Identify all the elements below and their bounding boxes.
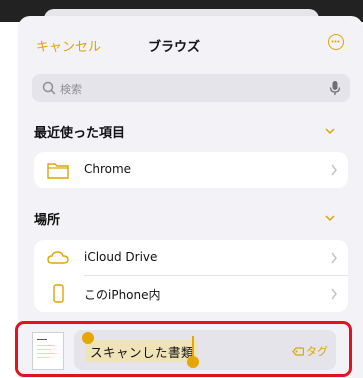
chevron-right-icon: [331, 252, 337, 264]
chevron-right-icon: [331, 164, 337, 176]
recents-list: Chrome: [34, 152, 348, 188]
page-title: ブラウズ: [148, 40, 201, 55]
chevron-down-icon[interactable]: [324, 214, 336, 222]
chevron-down-icon[interactable]: [324, 127, 336, 135]
list-item-on-my-iphone[interactable]: このiPhone内: [34, 276, 348, 312]
section-title-recents: 最近使った項目: [34, 126, 126, 141]
list-item-icloud-drive[interactable]: iCloud Drive: [34, 240, 348, 276]
cloud-icon: [47, 251, 69, 264]
ellipsis-circle-icon[interactable]: [328, 34, 344, 50]
list-item-label: このiPhone内: [84, 288, 161, 302]
search-placeholder: 検索: [60, 83, 82, 96]
list-item-chrome[interactable]: Chrome: [34, 152, 348, 188]
list-item-label: iCloud Drive: [84, 250, 158, 264]
search-icon: [42, 81, 56, 95]
cancel-button[interactable]: キャンセル: [36, 36, 101, 55]
locations-list: iCloud Drive このiPhone内: [34, 240, 348, 312]
chevron-right-icon: [331, 288, 337, 300]
highlight-annotation: [15, 321, 352, 377]
microphone-icon[interactable]: [328, 79, 342, 97]
section-title-locations: 場所: [34, 213, 61, 228]
folder-icon: [47, 163, 69, 179]
list-item-label: Chrome: [84, 162, 132, 176]
search-field[interactable]: 検索: [32, 74, 350, 102]
iphone-icon: [53, 284, 64, 303]
